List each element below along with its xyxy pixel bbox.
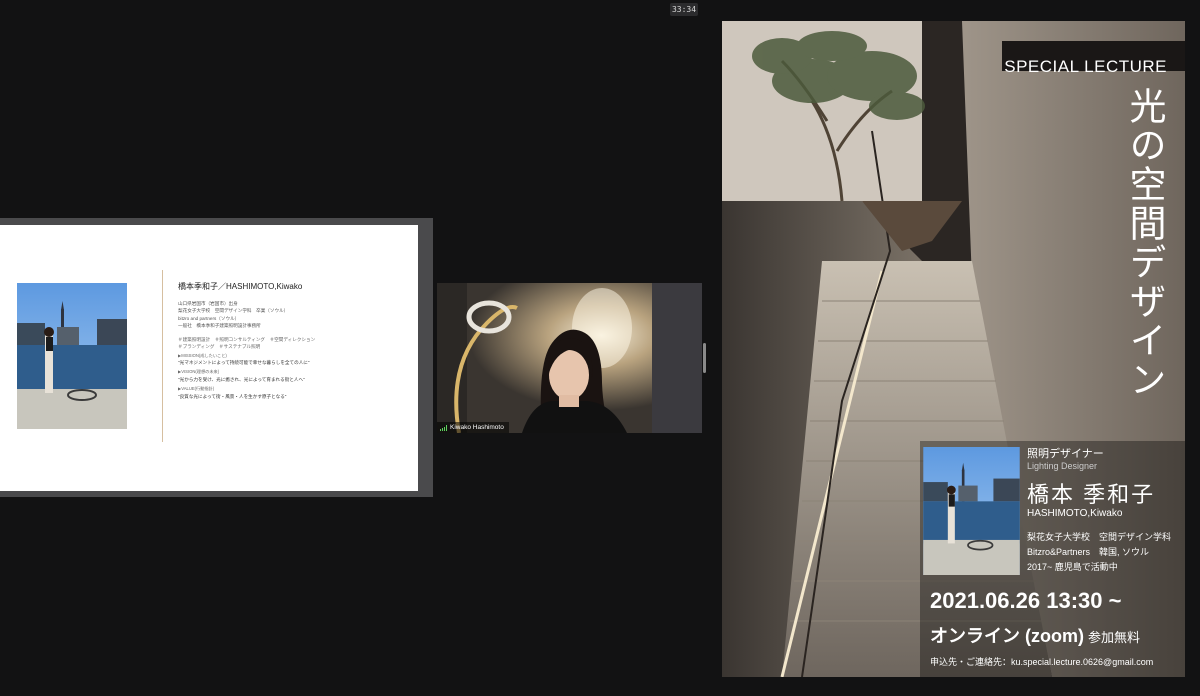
panel-resize-handle[interactable]	[703, 343, 706, 373]
poster-speaker-info: 照明デザイナー Lighting Designer 橋本 季和子 HASHIMO…	[1027, 445, 1171, 575]
speaker-cv: 梨花女子大学校 空間デザイン学科 Bitzro&Partners 韓国, ソウル…	[1027, 530, 1171, 575]
participant-name: Kiwako Hashimoto	[450, 424, 504, 431]
meeting-window: 33:34 橋本季和子／HASHIMOTO,Kiwako 山口県岩国市（岩国市）…	[0, 0, 1200, 696]
slide-divider	[162, 270, 163, 442]
cv-line: 梨花女子大学校 空間デザイン学科	[1027, 532, 1172, 542]
poster-profile-photo	[923, 447, 1020, 575]
participant-name-tag: Kiwako Hashimoto	[437, 422, 509, 433]
connection-signal-icon	[440, 424, 447, 431]
tag-line: ＃建築照明設計 ＃照明コンサルティング ＃空間ディレクション	[178, 336, 316, 342]
bio-line: 梨花女子大学校 空間デザイン学科 卒業（ソウル）	[178, 308, 289, 314]
bio-line: 一般社 橋本季和子建築照明設計事務所	[178, 323, 261, 329]
tag-line: ＃ブランディング ＃サステナブル照明	[178, 343, 261, 349]
poster-tag: SPECIAL LECTURE	[1004, 57, 1167, 76]
bio-line: bitzro and partners（ソウル）	[178, 315, 240, 321]
value-text: "良質な光によって街・風景・人を生かす原子となる"	[178, 393, 287, 399]
mission-text: "光マネジメントによって持続可能で幸せな暮らしを全ての人に"	[178, 360, 310, 366]
shared-slide[interactable]: 橋本季和子／HASHIMOTO,Kiwako 山口県岩国市（岩国市）出身 梨花女…	[0, 225, 418, 491]
staircase-photo	[722, 21, 1185, 677]
poster-title: 光の空間デザイン	[1123, 87, 1166, 399]
profile-photo	[17, 283, 127, 429]
lecture-poster[interactable]: SPECIAL LECTURE 光の空間デザイン 照明デザイナー Lightin…	[722, 21, 1185, 677]
slide-profile-text: 橋本季和子／HASHIMOTO,Kiwako 山口県岩国市（岩国市）出身 梨花女…	[178, 281, 408, 400]
vision-text: "光から力を受け、光に癒され、光によって育まれる街と人へ"	[178, 376, 305, 382]
participant-video[interactable]: Kiwako Hashimoto	[437, 283, 702, 433]
bio-line: 山口県岩国市（岩国市）出身	[178, 301, 238, 306]
speaker-role-en: Lighting Designer	[1027, 461, 1098, 471]
cv-line: Bitzro&Partners 韓国, ソウル	[1027, 547, 1150, 557]
cv-line: 2017~ 鹿児島で活動中	[1027, 562, 1118, 572]
lecture-venue: オンライン (zoom) 参加無料	[930, 622, 1140, 648]
speaker-name-en: HASHIMOTO,Kiwako	[1027, 508, 1123, 519]
video-frame	[437, 283, 702, 433]
contact-info: 申込先・ご連絡先：ku.special.lecture.0626@gmail.c…	[930, 657, 1154, 667]
lecture-date: 2021.06.26 13:30 ~	[930, 588, 1122, 613]
venue-text: オンライン (zoom)	[930, 626, 1084, 646]
speaker-name: 橋本 季和子	[1027, 482, 1156, 507]
speaker-role: 照明デザイナー	[1027, 448, 1104, 460]
meeting-timer: 33:34	[670, 3, 698, 16]
fee-text: 参加無料	[1087, 630, 1140, 645]
slide-name: 橋本季和子／HASHIMOTO,Kiwako	[178, 282, 303, 291]
